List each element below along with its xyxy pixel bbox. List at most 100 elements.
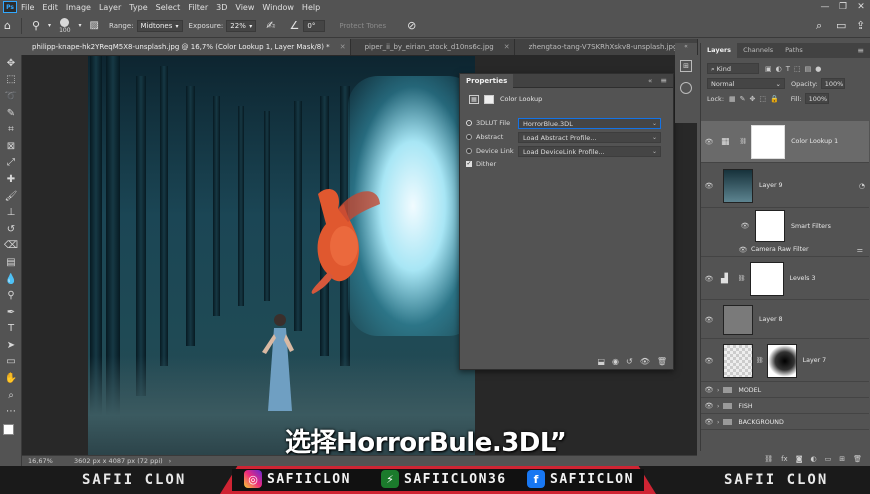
chevron-right-icon[interactable]: › <box>717 419 719 426</box>
layer-name[interactable]: Layer 8 <box>759 316 783 323</box>
delete-layer-icon[interactable]: 🗑 <box>853 455 862 463</box>
tab-zhengtao[interactable]: zhengtao-tang-V7SKRhXskv8-unsplash.jpg✕ <box>515 39 699 55</box>
brush-tool-icon[interactable]: 🖌 <box>0 188 22 205</box>
close-icon[interactable]: ✕ <box>852 0 870 14</box>
layer-name[interactable]: Color Lookup 1 <box>791 138 838 145</box>
layer-name[interactable]: Layer 9 <box>759 182 783 189</box>
close-tab-icon[interactable]: ✕ <box>340 43 346 51</box>
menu-layer[interactable]: Layer <box>99 3 121 12</box>
photoshop-logo-icon[interactable]: Ps <box>3 1 17 13</box>
quick-selection-tool-icon[interactable]: ✎ <box>0 105 22 122</box>
fill-field[interactable]: 100% <box>804 93 829 104</box>
eye-icon[interactable]: 👁 <box>701 316 717 324</box>
eye-icon[interactable]: 👁 <box>737 246 749 254</box>
device-link-radio[interactable] <box>466 148 472 154</box>
color-lookup-icon[interactable]: ▦ <box>469 94 479 104</box>
chevron-right-icon[interactable]: › <box>169 458 171 465</box>
panel-menu-icon[interactable]: ≡ <box>660 76 667 85</box>
layer-row-camera-raw-filter[interactable]: 👁 Camera Raw Filter ⚌ <box>701 243 869 257</box>
group-row-background[interactable]: 👁 › BACKGROUND <box>701 415 869 430</box>
document-canvas[interactable] <box>88 56 475 455</box>
filter-blending-options-icon[interactable]: ⚌ <box>857 246 863 254</box>
eye-icon[interactable]: 👁 <box>701 402 717 410</box>
history-panel-icon[interactable]: ⊞ <box>680 60 692 72</box>
new-layer-icon[interactable]: ⊞ <box>839 455 845 463</box>
layer-row-color-lookup[interactable]: 👁 ▦ ⛓ Color Lookup 1 <box>701 121 869 163</box>
chevron-down-icon[interactable]: ▾ <box>79 22 82 29</box>
color-swatches[interactable] <box>0 420 21 448</box>
lock-icons[interactable]: ▦✎✥⬚🔒 <box>729 95 783 103</box>
lut-file-radio[interactable] <box>466 120 472 126</box>
smart-object-icon[interactable]: ◔ <box>859 182 865 190</box>
eye-icon[interactable]: 👁 <box>701 386 717 394</box>
dither-checkbox[interactable]: ✓ <box>466 160 472 167</box>
menu-image[interactable]: Image <box>66 3 91 12</box>
menu-type[interactable]: Type <box>129 3 147 12</box>
layer-row-smart-filters[interactable]: 👁 Smart Filters <box>701 209 869 243</box>
adjustments-panel-icon[interactable] <box>680 82 692 94</box>
layer-mask-thumbnail[interactable] <box>766 343 797 378</box>
eye-icon[interactable]: 👁 <box>701 357 717 365</box>
layer-thumbnail[interactable] <box>723 304 753 335</box>
abstract-radio[interactable] <box>466 134 472 140</box>
range-select[interactable]: Midtones ▾ <box>136 19 183 32</box>
eye-icon[interactable]: 👁 <box>701 182 717 190</box>
delete-adjustment-icon[interactable]: 🗑 <box>657 357 667 366</box>
brush-size-preview[interactable]: 100 <box>59 17 71 34</box>
layer-name[interactable]: Layer 7 <box>803 357 827 364</box>
chevron-right-icon[interactable]: › <box>717 403 719 410</box>
link-icon[interactable]: ⛓ <box>740 138 748 145</box>
link-icon[interactable]: ⛓ <box>738 275 746 282</box>
group-row-model[interactable]: 👁 › MODEL <box>701 383 869 398</box>
search-icon[interactable]: ⌕ <box>816 19 822 33</box>
menu-window[interactable]: Window <box>262 3 294 12</box>
link-layers-icon[interactable]: ⛓ <box>764 455 773 463</box>
dodge-tool-icon[interactable]: ⚲ <box>0 287 22 304</box>
frame-tool-icon[interactable]: ⊠ <box>0 138 22 155</box>
new-group-icon[interactable]: ▭ <box>825 455 832 463</box>
layer-name[interactable]: Smart Filters <box>791 223 831 230</box>
path-selection-tool-icon[interactable]: ➤ <box>0 337 22 354</box>
layer-thumbnail[interactable] <box>723 343 753 378</box>
workspace-icon[interactable]: ▭ <box>836 19 846 32</box>
eye-icon[interactable]: 👁 <box>737 222 753 230</box>
blend-mode-select[interactable]: Normal ⌄ <box>707 78 785 89</box>
airbrush-icon[interactable]: ✍ <box>266 19 275 32</box>
maximize-icon[interactable]: ❐ <box>834 0 852 14</box>
tab-paths[interactable]: Paths <box>779 43 809 58</box>
layer-mask-thumbnail[interactable] <box>751 124 786 159</box>
hand-tool-icon[interactable]: ✋ <box>0 370 22 387</box>
marquee-tool-icon[interactable]: ⬚ <box>0 72 22 89</box>
dodge-tool-icon[interactable]: ⚲ <box>32 19 40 32</box>
minimize-icon[interactable]: — <box>816 0 834 14</box>
toggle-visibility-icon[interactable]: 👁 <box>640 357 650 366</box>
layer-style-icon[interactable]: fx <box>781 455 788 463</box>
tab-channels[interactable]: Channels <box>737 43 779 58</box>
eye-icon[interactable]: 👁 <box>701 138 717 146</box>
layer-row-layer-9[interactable]: 👁 Layer 9 ◔ <box>701 164 869 208</box>
gradient-tool-icon[interactable]: ▤ <box>0 254 22 271</box>
layer-mask-icon[interactable] <box>484 94 494 104</box>
smart-filter-mask-thumbnail[interactable] <box>755 210 785 242</box>
layer-name[interactable]: Levels 3 <box>790 275 816 282</box>
view-previous-state-icon[interactable]: ◉ <box>612 357 619 366</box>
menu-select[interactable]: Select <box>156 3 181 12</box>
blur-tool-icon[interactable]: 💧 <box>0 271 22 288</box>
menu-file[interactable]: File <box>21 3 34 12</box>
crop-tool-icon[interactable]: ⌗ <box>0 121 22 138</box>
brush-settings-icon[interactable]: ▨ <box>90 20 99 31</box>
layer-name[interactable]: Camera Raw Filter <box>751 246 809 253</box>
clip-to-layer-icon[interactable]: ⬓ <box>597 357 605 366</box>
protect-tones-checkbox[interactable]: Protect Tones <box>339 22 386 30</box>
foreground-color-swatch[interactable] <box>3 424 14 436</box>
group-name[interactable]: BACKGROUND <box>738 419 783 426</box>
link-icon[interactable]: ⛓ <box>756 357 764 364</box>
eraser-tool-icon[interactable]: ⌫ <box>0 238 22 255</box>
close-tab-icon[interactable]: ✕ <box>504 43 510 51</box>
reset-adjustment-icon[interactable]: ↺ <box>626 357 633 366</box>
menu-help[interactable]: Help <box>302 3 320 12</box>
menu-filter[interactable]: Filter <box>188 3 208 12</box>
lut-file-select[interactable]: HorrorBlue.3DL ⌄ <box>518 117 661 129</box>
group-row-fish[interactable]: 👁 › FISH <box>701 399 869 414</box>
panel-menu-icon[interactable]: ≡ <box>857 43 864 58</box>
